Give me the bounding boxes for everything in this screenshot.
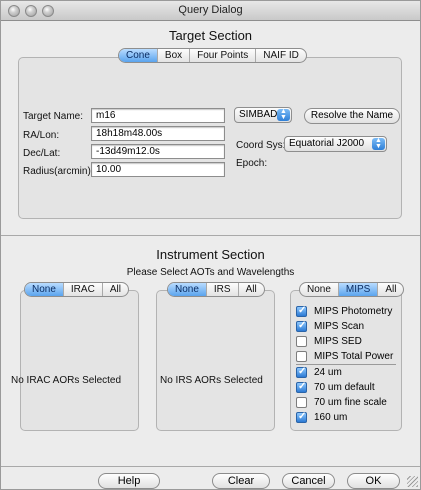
target-section-heading: Target Section (168, 28, 253, 43)
wavelength-70um-fine-checkbox[interactable]: 70 um fine scale (296, 397, 387, 408)
irac-tab-irac[interactable]: IRAC (62, 283, 102, 296)
irs-tab-all[interactable]: All (237, 283, 264, 296)
irs-tab-irs[interactable]: IRS (205, 283, 238, 296)
ra-field[interactable]: 18h18m48.00s (91, 126, 225, 141)
resolver-select[interactable]: SIMBAD ▲ ▼ (234, 107, 292, 123)
wavelength-24um-checkbox[interactable]: 24 um (296, 366, 342, 378)
wavelength-160um-label: 160 um (314, 412, 348, 423)
tab-four-points[interactable]: Four Points (189, 49, 255, 62)
ra-label: RA/Lon: (23, 130, 60, 141)
mips-tab-all[interactable]: All (377, 283, 403, 296)
mips-scan-checkbox[interactable]: MIPS Scan (296, 320, 365, 332)
checkbox-checked-icon (296, 320, 307, 332)
coord-sys-value: Equatorial J2000 (289, 138, 365, 149)
dec-label: Dec/Lat: (23, 148, 61, 159)
checkbox-unchecked-icon (296, 351, 307, 362)
target-shape-tabs: Cone Box Four Points NAIF ID (118, 48, 307, 63)
query-dialog-window: Query Dialog Target Section Cone Box Fou… (0, 0, 421, 490)
resolve-name-button[interactable]: Resolve the Name (304, 108, 400, 124)
mips-scan-label: MIPS Scan (314, 321, 365, 332)
section-divider (1, 235, 420, 236)
tab-box[interactable]: Box (156, 49, 189, 62)
irs-group-box (156, 290, 275, 431)
target-name-field[interactable]: m16 (91, 108, 225, 123)
wavelength-70um-default-label: 70 um default (314, 382, 375, 393)
title-bar: Query Dialog (1, 1, 420, 21)
irac-empty-message: No IRAC AORs Selected (11, 375, 122, 386)
instrument-subheading: Please Select AOTs and Wavelengths (126, 267, 295, 278)
wavelength-70um-fine-label: 70 um fine scale (314, 397, 387, 408)
checkbox-checked-icon (296, 381, 307, 393)
mips-sed-checkbox[interactable]: MIPS SED (296, 336, 362, 347)
dec-field[interactable]: -13d49m12.0s (91, 144, 225, 159)
ok-button[interactable]: OK (347, 473, 400, 489)
coord-sys-label: Coord Sys: (236, 140, 286, 151)
irs-tab-none[interactable]: None (168, 283, 206, 296)
irs-tabs: None IRS All (167, 282, 265, 297)
window-title: Query Dialog (178, 4, 243, 16)
checkbox-checked-icon (296, 411, 307, 423)
tab-cone[interactable]: Cone (119, 49, 157, 62)
select-arrows-icon: ▲ ▼ (372, 137, 385, 150)
mips-photometry-checkbox[interactable]: MIPS Photometry (296, 305, 393, 317)
radius-field[interactable]: 10.00 (91, 162, 225, 177)
mips-tab-mips[interactable]: MIPS (337, 283, 378, 296)
cancel-button[interactable]: Cancel (282, 473, 335, 489)
mips-total-power-checkbox[interactable]: MIPS Total Power (296, 351, 393, 362)
clear-button[interactable]: Clear (212, 473, 270, 489)
radius-label: Radius(arcmin): (23, 166, 94, 177)
irac-group-box (20, 290, 139, 431)
wavelength-24um-label: 24 um (314, 367, 342, 378)
target-name-label: Target Name: (23, 111, 84, 122)
tab-naif-id[interactable]: NAIF ID (255, 49, 306, 62)
irac-tab-all[interactable]: All (101, 283, 128, 296)
checkbox-checked-icon (296, 305, 307, 317)
irac-tab-none[interactable]: None (25, 283, 63, 296)
mips-tabs: None MIPS All (299, 282, 405, 297)
wavelength-70um-default-checkbox[interactable]: 70 um default (296, 381, 375, 393)
checkbox-checked-icon (296, 366, 307, 378)
mips-divider (296, 364, 396, 365)
select-arrows-icon: ▲ ▼ (277, 108, 290, 121)
checkbox-unchecked-icon (296, 397, 307, 408)
mips-total-power-label: MIPS Total Power (314, 351, 394, 362)
checkbox-unchecked-icon (296, 336, 307, 347)
resolver-value: SIMBAD (239, 109, 278, 120)
footer-divider (1, 466, 420, 467)
irs-empty-message: No IRS AORs Selected (160, 375, 263, 386)
coord-sys-select[interactable]: Equatorial J2000 ▲ ▼ (284, 136, 387, 152)
resize-grip-icon[interactable] (407, 476, 418, 487)
epoch-label: Epoch: (236, 158, 268, 169)
mips-tab-none[interactable]: None (300, 283, 338, 296)
help-button[interactable]: Help (98, 473, 160, 489)
mips-sed-label: MIPS SED (314, 336, 362, 347)
mips-photometry-label: MIPS Photometry (314, 306, 393, 317)
wavelength-160um-checkbox[interactable]: 160 um (296, 411, 348, 423)
irac-tabs: None IRAC All (24, 282, 129, 297)
instrument-section-heading: Instrument Section (156, 247, 265, 262)
